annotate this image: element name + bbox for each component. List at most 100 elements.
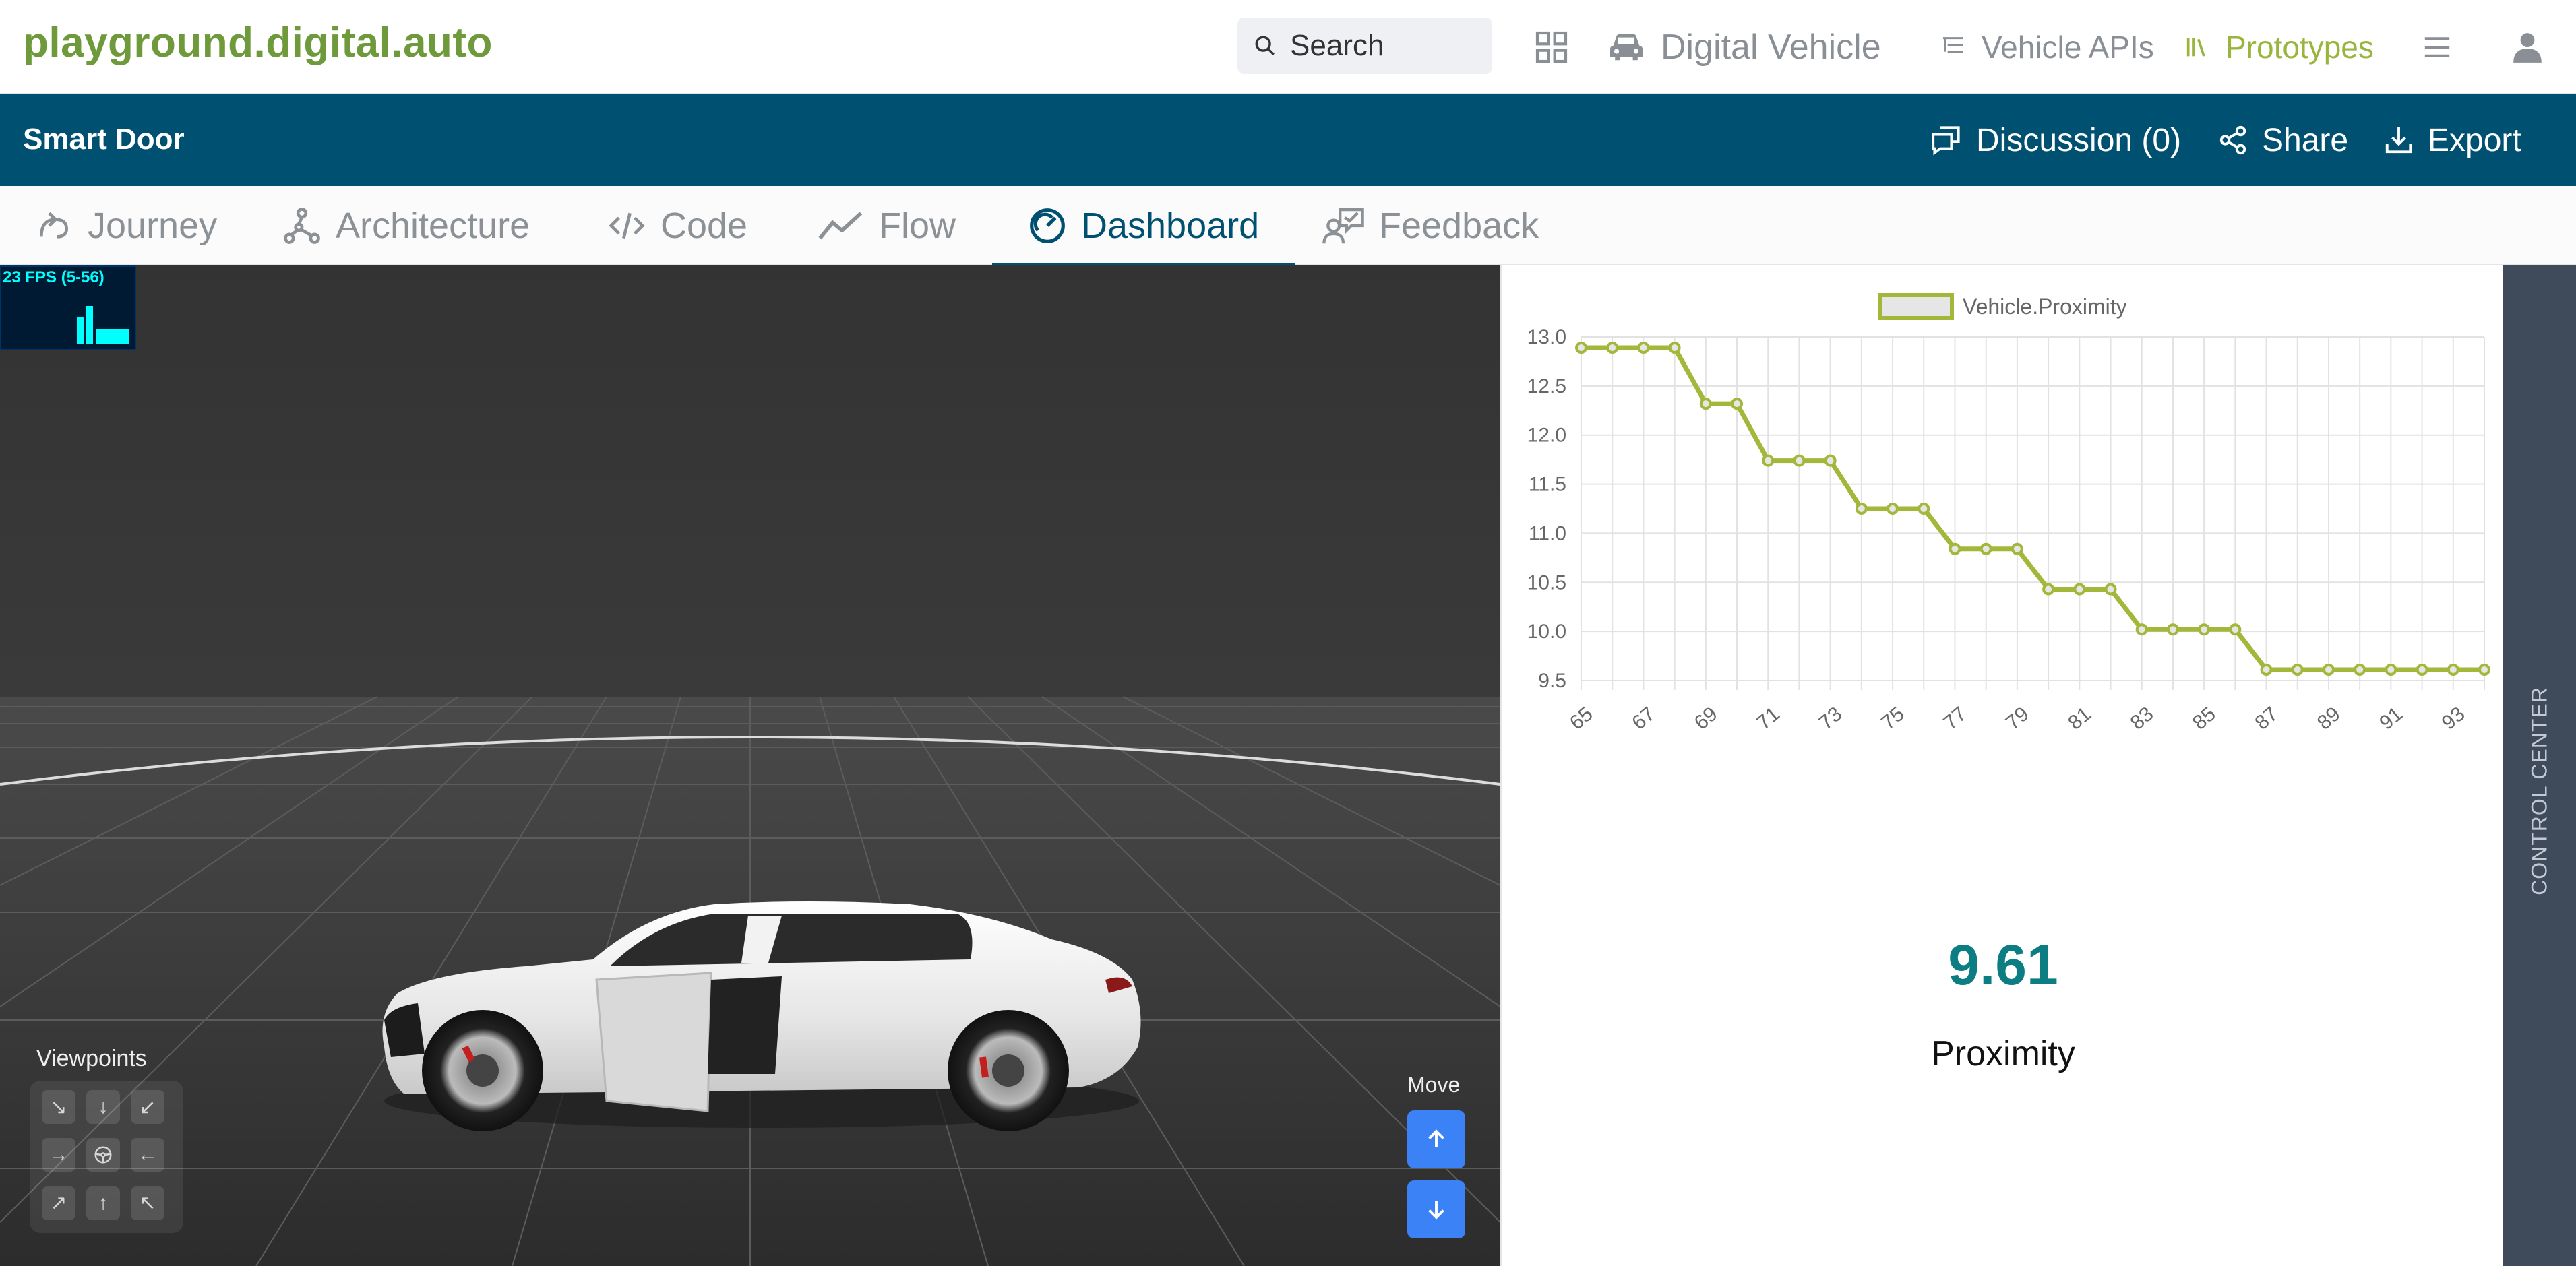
viewpoint-arrow-left-button[interactable]: ← [131,1138,164,1172]
hamburger-menu-button[interactable] [2410,20,2464,74]
feedback-icon [1322,208,1364,244]
x-tick-label: 91 [2375,703,2407,734]
user-icon [2513,33,2542,63]
viewpoint-arrow-up-left-button[interactable]: ↖ [131,1186,164,1220]
data-point [1824,454,1837,467]
tab-feedback[interactable]: Feedback [1322,186,1539,265]
y-tick-label: 10.0 [1527,621,1566,643]
data-point [2322,663,2335,676]
arrow-down-icon [1428,1201,1444,1220]
steering-wheel-icon [94,1146,112,1164]
viewpoint-arrow-down-right-button[interactable]: ↘ [42,1090,75,1124]
x-tick-label: 77 [1939,703,1971,734]
data-point [2416,663,2428,676]
fps-graph [77,306,129,344]
y-tick-label: 11.5 [1529,474,1566,496]
data-point [2229,623,2242,636]
x-tick-label: 75 [1877,703,1909,734]
arrow-down-right-icon: ↘ [50,1096,67,1118]
y-tick-label: 12.5 [1527,375,1566,398]
tab-architecture[interactable]: Architecture [283,186,530,265]
share-button[interactable]: Share [2217,119,2348,162]
series-line-vehicle-proximity [1581,345,2484,672]
grid-menu-button[interactable] [1525,20,1578,74]
control-center-toggle[interactable]: CONTROL CENTER [2503,265,2576,1266]
viewpoints-grid: ↘ ↓ ↙ → ← ↗ ↑ ↖ [30,1081,183,1233]
tab-dashboard[interactable]: Dashboard [991,186,1296,267]
nav-vehicle-apis[interactable]: Vehicle APIs [1940,20,2154,74]
export-label: Export [2428,122,2521,158]
data-point [2073,583,2086,596]
code-icon [609,212,645,239]
tab-flow-label: Flow [879,205,956,246]
scene-3d [0,265,1500,1266]
x-tick-label: 89 [2313,703,2345,734]
nav-prototypes[interactable]: Prototypes [2184,20,2374,74]
data-point [2260,663,2273,676]
data-point [2135,623,2148,636]
search-icon [1255,36,1275,55]
nav-digital-vehicle[interactable]: Digital Vehicle [1607,20,1881,74]
flow-icon [818,212,863,240]
data-point [1637,342,1650,354]
viewpoint-arrow-down-button[interactable]: ↓ [86,1090,120,1124]
x-tick-label: 71 [1752,703,1784,734]
tab-journey[interactable]: Journey [35,186,217,265]
fps-monitor: 23 FPS (5-56) [0,265,136,350]
export-button[interactable]: Export [2383,119,2521,162]
tab-dashboard-label: Dashboard [1081,205,1260,246]
control-center-label: CONTROL CENTER [2527,687,2552,895]
discussion-label: Discussion (0) [1976,122,2182,158]
x-tick-label: 93 [2438,703,2470,734]
user-avatar-button[interactable] [2501,20,2554,74]
vehicle-3d-viewport[interactable]: 23 FPS (5-56) Viewpoints ↘ ↓ ↙ → ← ↗ ↑ ↖… [0,265,1500,1266]
tab-code[interactable]: Code [608,186,747,265]
arrow-up-icon [1428,1129,1444,1147]
discussion-icon [1932,126,1960,156]
viewpoint-arrow-down-left-button[interactable]: ↙ [131,1090,164,1124]
move-down-button[interactable] [1407,1180,1465,1238]
tab-journey-label: Journey [88,205,218,246]
proximity-label: Proximity [1931,1034,2075,1073]
viewpoint-arrow-right-button[interactable]: → [42,1138,75,1172]
car-icon [1610,34,1643,61]
data-point [2291,663,2304,676]
tab-flow[interactable]: Flow [817,186,956,265]
x-tick-label: 81 [2064,703,2095,734]
data-point [2447,663,2459,676]
app-logo[interactable]: playground.digital.auto [23,19,493,67]
data-point [2478,663,2490,676]
y-tick-label: 12.0 [1527,424,1566,447]
y-tick-label: 13.0 [1527,326,1566,348]
journey-icon [40,212,69,239]
chart-legend: Vehicle.Proximity [1878,293,2127,320]
viewpoint-driver-button[interactable] [86,1138,120,1172]
download-icon [2385,127,2412,154]
chart-grid [1581,336,2485,690]
move-up-button[interactable] [1407,1110,1465,1168]
viewpoints-label: Viewpoints [36,1046,147,1071]
share-icon [2219,125,2246,155]
sky-background [0,265,1500,697]
x-tick-label: 85 [2188,703,2220,734]
data-point [2042,583,2055,596]
data-point [1762,454,1775,467]
data-point [1793,454,1806,467]
architecture-icon [284,208,320,244]
discussion-button[interactable]: Discussion (0) [1929,119,2181,162]
share-label: Share [2262,122,2349,158]
list-tree-icon [1943,37,1963,53]
arrow-left-icon: ← [137,1143,158,1166]
x-tick-label: 69 [1690,703,1722,734]
viewpoint-arrow-up-button[interactable]: ↑ [86,1186,120,1220]
arrow-down-left-icon: ↙ [139,1096,156,1118]
proximity-value: 9.61 [1948,933,2058,996]
fps-readout: 23 FPS (5-56) [3,268,104,286]
dashboard-panel: 13.0 12.5 12.0 11.5 11.0 10.5 10.0 9.5 65 67 69 71… [1500,265,2503,1266]
legend-label: Vehicle.Proximity [1963,294,2127,319]
nav-prototypes-label: Prototypes [2226,30,2374,65]
search-button[interactable]: Search [1237,18,1492,74]
data-point [2104,583,2117,596]
viewpoint-arrow-up-right-button[interactable]: ↗ [42,1186,75,1220]
proximity-line-chart: 13.0 12.5 12.0 11.5 11.0 10.5 10.0 9.5 65 67 69 71… [1527,293,2490,734]
